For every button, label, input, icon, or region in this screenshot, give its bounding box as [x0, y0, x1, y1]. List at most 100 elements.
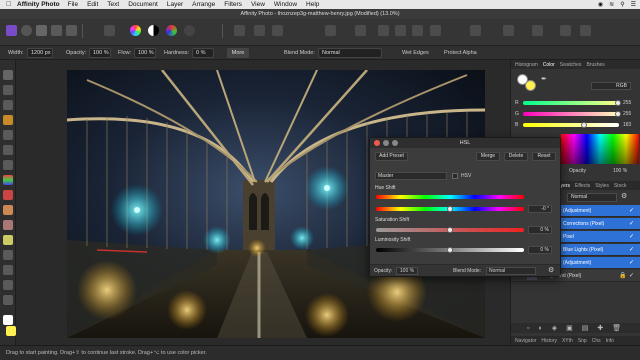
- layer-settings-icon[interactable]: ⚙: [621, 193, 629, 201]
- saturation-value-field[interactable]: 0 %: [528, 226, 552, 234]
- help-icon[interactable]: [560, 25, 571, 36]
- menu-window[interactable]: Window: [274, 1, 297, 8]
- tab-histogram[interactable]: Histogram: [515, 62, 538, 68]
- menu-document[interactable]: Document: [128, 1, 158, 8]
- wet-edges-toggle[interactable]: Wet Edges: [402, 50, 429, 56]
- menu-help[interactable]: Help: [306, 1, 319, 8]
- picker-icon[interactable]: ✒: [541, 75, 547, 83]
- adjustment-layer-icon[interactable]: ◐: [538, 325, 542, 332]
- protect-alpha-toggle[interactable]: Protect Alpha: [444, 50, 477, 56]
- healing-tool-icon[interactable]: [3, 235, 13, 245]
- secondary-color-swatch[interactable]: [6, 326, 16, 336]
- layer-visibility-check[interactable]: ✓: [629, 220, 634, 227]
- layer-visibility-check[interactable]: ✓: [629, 246, 634, 253]
- blend-mode-select[interactable]: Normal: [318, 48, 382, 58]
- menu-file[interactable]: File: [68, 1, 78, 8]
- r-slider[interactable]: [523, 101, 619, 105]
- menu-layer[interactable]: Layer: [167, 1, 183, 8]
- stroke-color-well[interactable]: [525, 80, 536, 91]
- brush-options-icon[interactable]: [503, 25, 514, 36]
- delete-layer-icon[interactable]: 🗑: [612, 324, 621, 332]
- menu-filters[interactable]: Filters: [224, 1, 242, 8]
- flood-fill-tool-icon[interactable]: [3, 175, 13, 185]
- menu-list-icon[interactable]: ☰: [631, 1, 636, 8]
- auto-contrast-icon[interactable]: [148, 25, 159, 36]
- assistant-icon[interactable]: [470, 25, 481, 36]
- hue-slider-knob[interactable]: [447, 206, 453, 212]
- layer-opacity-icon[interactable]: ▫: [527, 325, 529, 332]
- g-value[interactable]: 255: [623, 111, 631, 117]
- tab-stock[interactable]: Stock: [614, 183, 627, 189]
- selection-brush-tool-icon[interactable]: [3, 130, 13, 140]
- hsl-opacity-field[interactable]: 100 %: [396, 267, 418, 275]
- deselect-icon[interactable]: [254, 25, 265, 36]
- quick-mask-icon[interactable]: [325, 25, 336, 36]
- hardness-field[interactable]: 0 %: [192, 48, 214, 58]
- settings-icon[interactable]: [580, 25, 591, 36]
- add-layer-icon[interactable]: ✚: [597, 324, 603, 332]
- r-value[interactable]: 255: [623, 100, 631, 106]
- menu-text[interactable]: Text: [107, 1, 119, 8]
- order-forward-icon[interactable]: [395, 25, 406, 36]
- tab-transform[interactable]: XYth: [562, 338, 573, 344]
- selection-tool-icon[interactable]: [532, 25, 543, 36]
- width-field[interactable]: 1200 px: [27, 48, 53, 58]
- photo-persona-icon[interactable]: [6, 25, 17, 36]
- merge-button[interactable]: Merge: [476, 152, 500, 161]
- menu-view[interactable]: View: [251, 1, 265, 8]
- b-slider[interactable]: [523, 123, 619, 127]
- more-button[interactable]: More: [227, 48, 249, 58]
- lock-icon[interactable]: 🔒: [619, 272, 626, 279]
- color-picker-tool-icon[interactable]: [3, 100, 13, 110]
- hsl-blend-select[interactable]: Normal: [486, 267, 536, 275]
- g-slider-knob[interactable]: [615, 111, 621, 117]
- layer-visibility-check[interactable]: ✓: [629, 272, 634, 279]
- layer-visibility-check[interactable]: ✓: [629, 233, 634, 240]
- minimize-icon[interactable]: [383, 140, 389, 146]
- color-model-select[interactable]: RGB: [591, 82, 631, 90]
- close-icon[interactable]: [374, 140, 380, 146]
- luminosity-value-field[interactable]: 0 %: [528, 246, 552, 254]
- app-menu[interactable]: Affinity Photo: [17, 1, 60, 8]
- dodge-tool-icon[interactable]: [3, 205, 13, 215]
- layer-visibility-check[interactable]: ✓: [629, 259, 634, 266]
- auto-color-icon[interactable]: [166, 25, 177, 36]
- blur-tool-icon[interactable]: [3, 250, 13, 260]
- tab-brushes[interactable]: Brushes: [586, 62, 604, 68]
- saturation-slider-knob[interactable]: [447, 227, 453, 233]
- b-slider-knob[interactable]: [581, 122, 587, 128]
- flood-select-tool-icon[interactable]: [3, 145, 13, 155]
- liquify-persona-icon[interactable]: [21, 25, 32, 36]
- add-preset-button[interactable]: Add Preset: [375, 152, 408, 161]
- pen-tool-icon[interactable]: [3, 265, 13, 275]
- status-icon[interactable]: ◉: [598, 1, 603, 8]
- r-slider-knob[interactable]: [615, 100, 621, 106]
- tab-info[interactable]: Info: [606, 338, 614, 344]
- order-back-icon[interactable]: [378, 25, 389, 36]
- gear-icon[interactable]: ⚙: [548, 266, 554, 274]
- tab-history[interactable]: History: [541, 338, 557, 344]
- tab-color[interactable]: Color: [543, 62, 555, 68]
- reset-button[interactable]: Reset: [532, 152, 556, 161]
- primary-color-swatch[interactable]: [3, 315, 13, 325]
- menu-arrange[interactable]: Arrange: [192, 1, 215, 8]
- tab-snapshots[interactable]: Snp: [578, 338, 587, 344]
- auto-white-balance-icon[interactable]: [184, 25, 195, 36]
- paint-brush-tool-icon[interactable]: [3, 190, 13, 200]
- develop-persona-icon[interactable]: [36, 25, 47, 36]
- apple-icon[interactable]: : [6, 1, 13, 8]
- b-value[interactable]: 183: [623, 122, 631, 128]
- marquee-tool-icon[interactable]: [3, 160, 13, 170]
- invert-selection-icon[interactable]: [272, 25, 283, 36]
- delete-button[interactable]: Delete: [504, 152, 528, 161]
- layer-blend-select[interactable]: Normal: [567, 193, 617, 202]
- channel-select[interactable]: Master: [375, 172, 447, 180]
- toggle-view-icon[interactable]: [104, 25, 115, 36]
- export-persona-icon[interactable]: [66, 25, 77, 36]
- arrange-icon[interactable]: [412, 25, 423, 36]
- zoom-icon[interactable]: [392, 140, 398, 146]
- wifi-icon[interactable]: ≋: [609, 1, 614, 8]
- search-icon[interactable]: ⚲: [620, 1, 624, 8]
- select-all-icon[interactable]: [234, 25, 245, 36]
- text-tool-icon[interactable]: [3, 295, 13, 305]
